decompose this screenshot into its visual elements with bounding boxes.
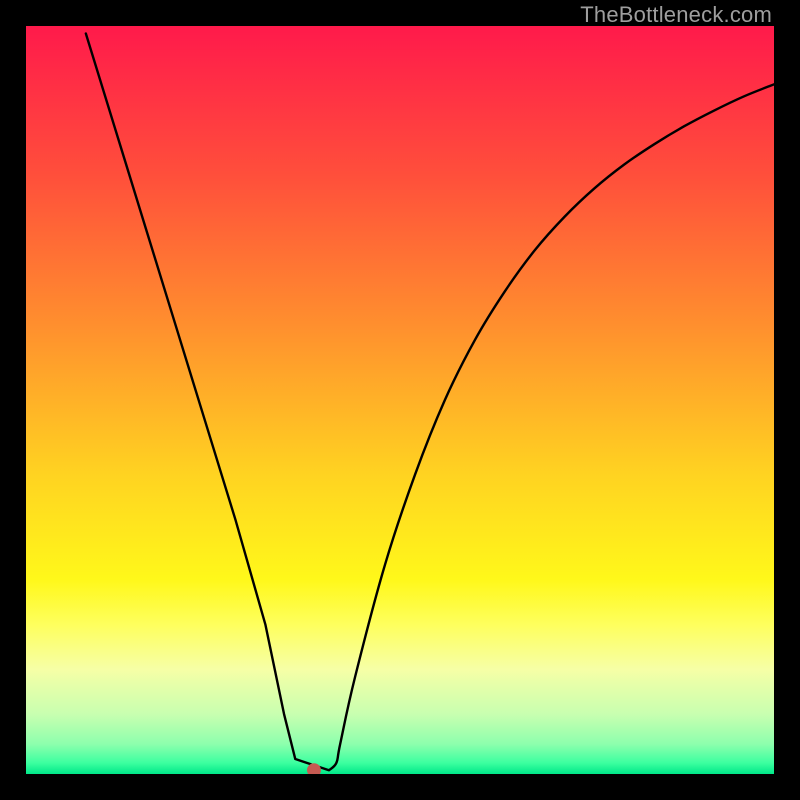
chart-container: TheBottleneck.com: [0, 0, 800, 800]
plot-frame: [26, 26, 774, 774]
plot-svg: [26, 26, 774, 774]
watermark-text: TheBottleneck.com: [580, 2, 772, 28]
